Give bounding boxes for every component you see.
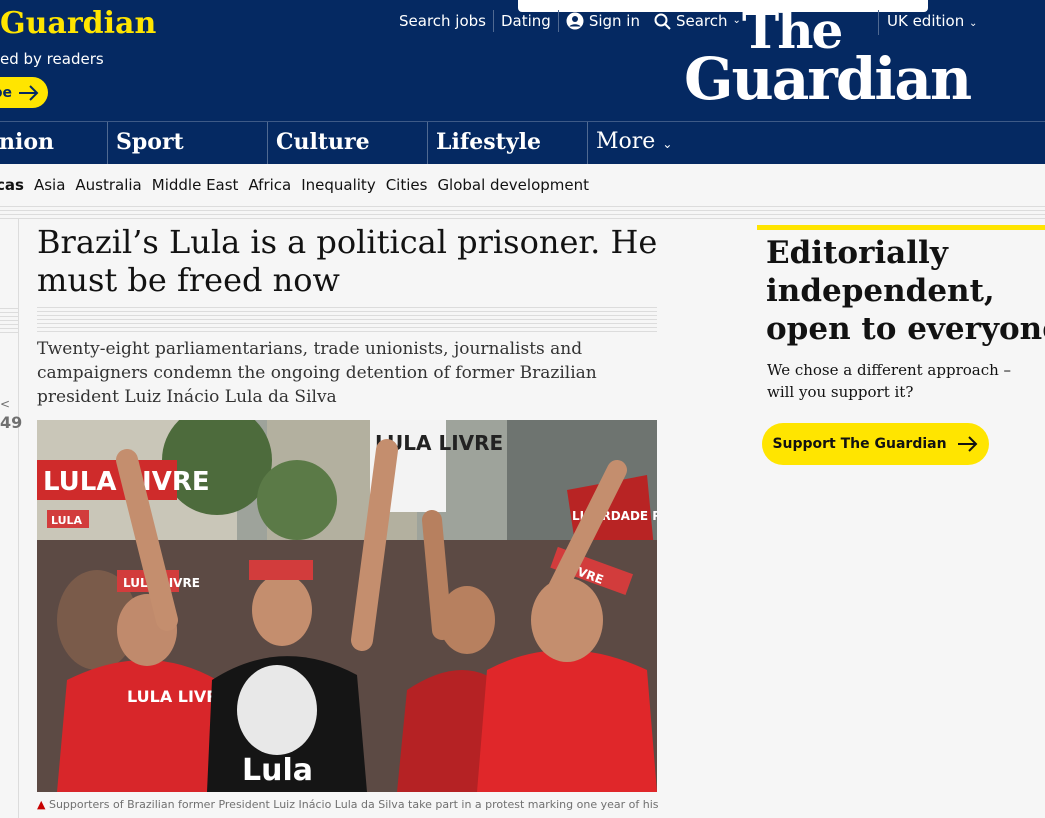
header: Guardian ed by readers pe Search jobs Da…	[0, 0, 1045, 121]
rhs-subtitle: We chose a different approach – will you…	[767, 361, 1012, 401]
divider	[0, 218, 1045, 219]
shirt-text-2: Lula	[242, 753, 313, 788]
rhs-title: Editorially independent, open to everyon…	[766, 235, 1045, 347]
divider	[37, 304, 657, 334]
search-icon	[654, 13, 671, 30]
support-the-guardian-button[interactable]: Support The Guardian	[762, 423, 989, 465]
subnav-item-australia[interactable]: Australia	[75, 176, 141, 194]
article-headline: Brazil’s Lula is a political prisoner. H…	[37, 223, 658, 299]
rhs-accent-bar	[757, 225, 1045, 230]
article-main-image: LULA LIVRE LULA LIVRE LIBERDADE PARA LUL…	[37, 420, 657, 792]
dating-link[interactable]: Dating	[492, 10, 558, 32]
pillar-nav: nion Sport Culture Lifestyle More ⌄	[0, 121, 1045, 165]
divider	[0, 305, 18, 335]
pillar-culture[interactable]: Culture	[267, 122, 370, 165]
pillar-lifestyle[interactable]: Lifestyle	[427, 122, 541, 165]
sign-in-link[interactable]: Sign in	[557, 10, 647, 32]
support-button[interactable]: pe	[0, 77, 48, 108]
article-standfirst: Twenty-eight parliamentarians, trade uni…	[37, 339, 597, 407]
arrow-right-icon	[19, 84, 39, 101]
subnav-item-africa[interactable]: Africa	[248, 176, 291, 194]
subnav-item-global-development[interactable]: Global development	[437, 176, 589, 194]
guardian-logo[interactable]: The Guardian	[684, 6, 972, 109]
arrow-right-icon	[957, 436, 977, 452]
subnav-item-cities[interactable]: Cities	[386, 176, 428, 194]
divider	[0, 214, 1045, 215]
share-count: 49	[0, 413, 23, 432]
search-jobs-link[interactable]: Search jobs	[392, 10, 493, 32]
pillar-more[interactable]: More ⌄	[587, 122, 672, 165]
sub-nav: cas Asia Australia Middle East Africa In…	[0, 164, 1045, 207]
subnav-item-current[interactable]: cas	[0, 176, 24, 194]
subnav-item-middle-east[interactable]: Middle East	[152, 176, 239, 194]
pillar-sport[interactable]: Sport	[107, 122, 184, 165]
user-icon	[566, 12, 584, 30]
support-button-label: pe	[0, 84, 12, 101]
caption-triangle-icon: ▲	[37, 798, 46, 811]
chevron-down-icon: ⌄	[662, 137, 673, 151]
subnav-item-asia[interactable]: Asia	[34, 176, 65, 194]
pillar-opinion[interactable]: nion	[0, 122, 54, 165]
support-subtitle: ed by readers	[0, 50, 104, 68]
support-title: Guardian	[0, 6, 157, 41]
subnav-item-inequality[interactable]: Inequality	[301, 176, 375, 194]
support-button-label: Support The Guardian	[772, 436, 947, 452]
headband-text-1: LULA	[51, 514, 83, 527]
divider	[0, 210, 1045, 211]
image-caption: ▲ Supporters of Brazilian former Preside…	[37, 798, 659, 811]
chevron-down-icon: ⌄	[969, 18, 978, 29]
share-icon[interactable]: <	[0, 397, 10, 411]
